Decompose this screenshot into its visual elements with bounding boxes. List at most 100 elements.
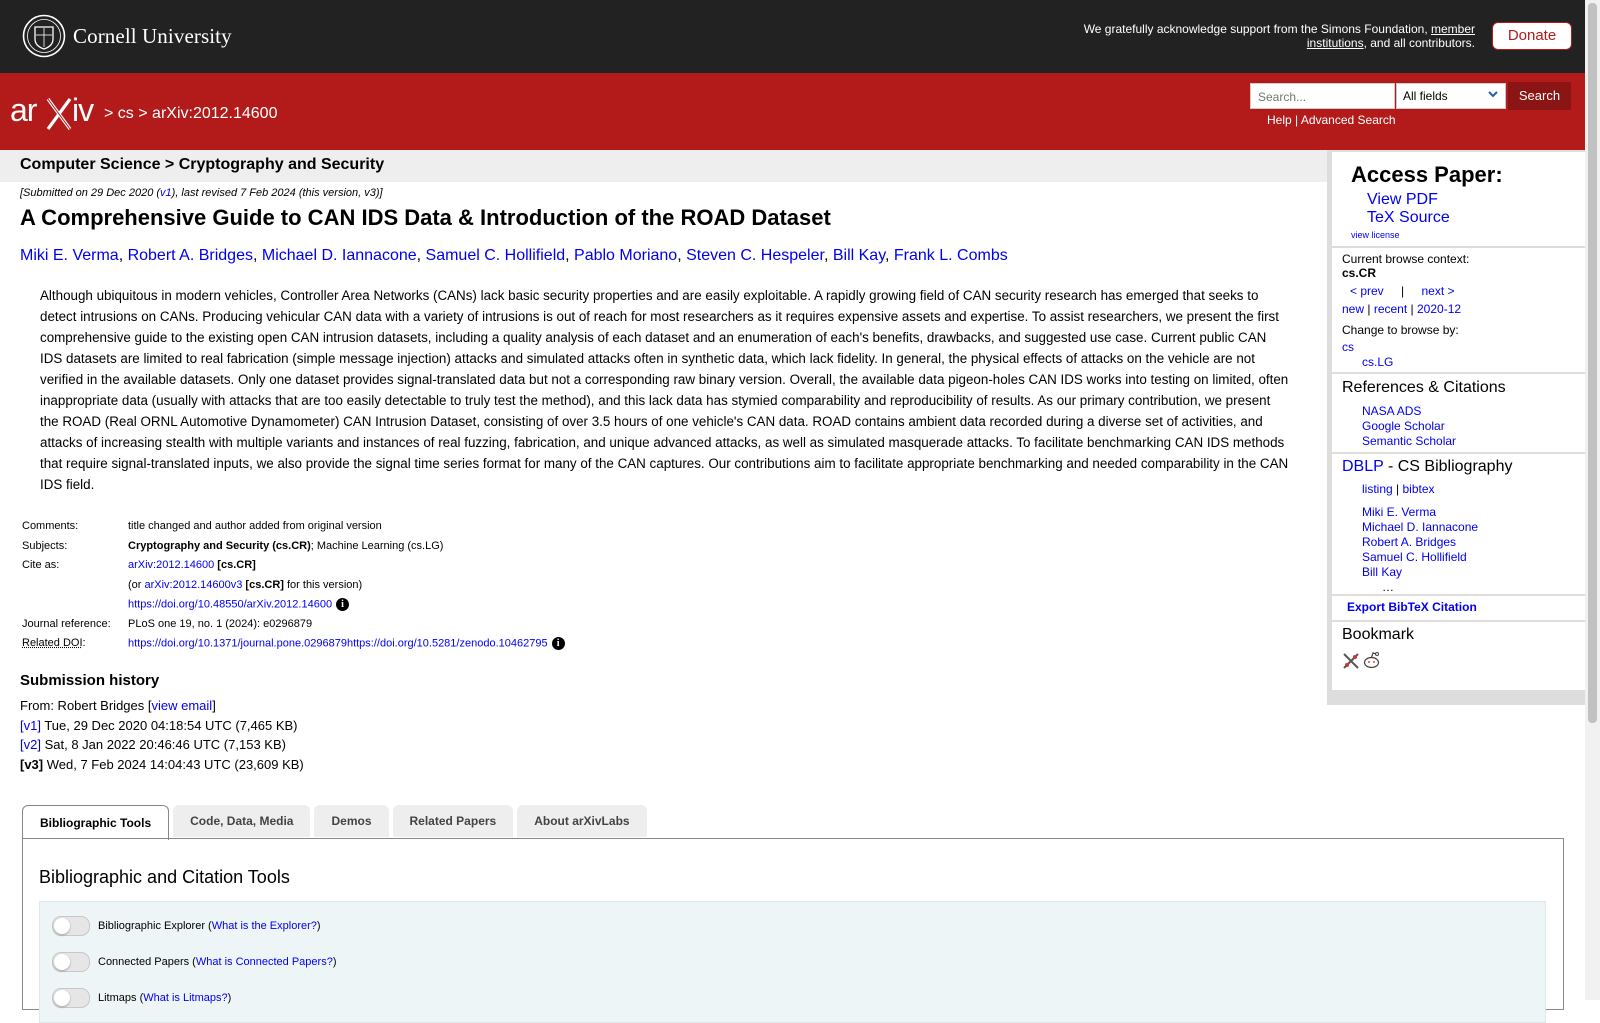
secondary-subject: ; Machine Learning (cs.LG)	[311, 540, 444, 552]
browse-context-box: Current browse context: cs.CR < prev | n…	[1332, 248, 1585, 372]
help-sep: |	[1295, 113, 1298, 127]
view-license-link[interactable]: view license	[1351, 230, 1400, 240]
author-link[interactable]: Steven C. Hespeler	[686, 247, 824, 264]
version-link[interactable]: [v2]	[20, 737, 41, 752]
info-icon[interactable]: i	[336, 598, 349, 611]
tab-about-arxivlabs[interactable]: About arXivLabs	[517, 805, 646, 837]
search-button[interactable]: Search	[1508, 82, 1571, 110]
view-pdf-link[interactable]: View PDF	[1367, 191, 1438, 209]
tab-related-papers[interactable]: Related Papers	[393, 805, 514, 837]
arxiv-logo-icon[interactable]: ar iv	[10, 93, 100, 131]
doi-row: https://doi.org/10.48550/arXiv.2012.1460…	[20, 598, 567, 618]
author-link[interactable]: Pablo Moriano	[574, 247, 677, 264]
semantic-scholar-link[interactable]: Semantic Scholar	[1362, 434, 1456, 448]
help-link[interactable]: Help	[1267, 113, 1292, 127]
dblp-box: DBLP - CS Bibliography listing | bibtex …	[1332, 454, 1585, 594]
history-from: From: Robert Bridges [view email]	[20, 696, 304, 716]
dblp-author-link[interactable]: Miki E. Verma	[1362, 505, 1436, 519]
connected-papers-toggle[interactable]	[52, 952, 90, 972]
dblp-bibtex-link[interactable]: bibtex	[1403, 482, 1435, 496]
tab-code-data-media[interactable]: Code, Data, Media	[173, 805, 310, 837]
related-doi-value: https://doi.org/10.1371/journal.pone.029…	[126, 637, 567, 657]
author-list: Miki E. Verma, Robert A. Bridges, Michae…	[20, 247, 1320, 265]
history-from-suffix: ]	[212, 698, 216, 713]
view-email-link[interactable]: view email	[152, 698, 213, 713]
nasa-ads-link[interactable]: NASA ADS	[1362, 404, 1421, 418]
dblp-link[interactable]: DBLP	[1342, 458, 1384, 475]
month-link[interactable]: 2020-12	[1417, 302, 1461, 316]
scrollbar-thumb[interactable]	[1588, 3, 1597, 723]
dblp-author-link[interactable]: Michael D. Iannacone	[1362, 520, 1478, 534]
subjects-value: Cryptography and Security (cs.CR); Machi…	[126, 540, 567, 560]
tab-demos[interactable]: Demos	[314, 805, 388, 837]
breadcrumb-paper-id: arXiv:2012.14600	[152, 105, 277, 122]
related-doi-label: Related DOI:	[20, 637, 126, 657]
dateline-v1-link[interactable]: v1	[160, 187, 172, 199]
export-bibtex-link[interactable]: Export BibTeX Citation	[1347, 600, 1477, 614]
export-box: Export BibTeX Citation	[1332, 596, 1585, 620]
what-is-link[interactable]: What is the Explorer?	[212, 920, 317, 932]
nav-sep: |	[1396, 482, 1399, 496]
browse-cs-link[interactable]: cs	[1342, 340, 1354, 354]
related-doi-link[interactable]: https://doi.org/10.1371/journal.pone.029…	[128, 637, 548, 649]
bibsonomy-icon[interactable]	[1342, 652, 1360, 670]
browse-lists: new | recent | 2020-12	[1342, 302, 1461, 316]
paper-title: A Comprehensive Guide to CAN IDS Data & …	[20, 205, 831, 231]
donate-button[interactable]: Donate	[1492, 22, 1572, 50]
breadcrumb-cs[interactable]: cs	[118, 105, 134, 122]
cornell-name: Cornell University	[73, 24, 232, 49]
prev-link[interactable]: < prev	[1350, 284, 1384, 298]
litmaps-toggle[interactable]	[52, 988, 90, 1008]
google-scholar-link[interactable]: Google Scholar	[1362, 419, 1445, 433]
dateline-prefix: [Submitted on 29 Dec 2020 (	[20, 187, 160, 199]
prev-next: < prev | next >	[1350, 284, 1455, 298]
search-field-select[interactable]: All fields	[1396, 83, 1506, 109]
advanced-search-link[interactable]: Advanced Search	[1301, 113, 1396, 127]
author-link[interactable]: Bill Kay	[833, 247, 885, 264]
related-doi-abbr: Related DOI	[22, 637, 83, 649]
journal-value: PLoS one 19, no. 1 (2024): e0296879	[126, 618, 567, 638]
help-links: Help | Advanced Search	[1267, 113, 1396, 127]
dblp-listing: listing | bibtex	[1362, 482, 1435, 496]
tex-source-link[interactable]: TeX Source	[1367, 209, 1450, 227]
references-title: References & Citations	[1342, 379, 1506, 397]
version-link[interactable]: [v1]	[20, 718, 41, 733]
tools-box: Bibliographic Explorer (What is the Expl…	[39, 901, 1546, 1023]
cite-version-link[interactable]: arXiv:2012.14600v3	[145, 579, 243, 591]
comments-value: title changed and author added from orig…	[126, 520, 567, 540]
dblp-suffix: - CS Bibliography	[1384, 458, 1513, 475]
dblp-listing-link[interactable]: listing	[1362, 482, 1393, 496]
what-is-link[interactable]: What is Connected Papers?	[196, 956, 333, 968]
info-icon[interactable]: i	[552, 637, 565, 650]
access-paper-title: Access Paper:	[1351, 162, 1503, 188]
version-info: Sat, 8 Jan 2022 20:46:46 UTC (7,153 KB)	[41, 737, 286, 752]
tab-bibliographic-tools[interactable]: Bibliographic Tools	[22, 805, 169, 840]
dblp-title: DBLP - CS Bibliography	[1342, 458, 1512, 476]
author-link[interactable]: Frank L. Combs	[894, 247, 1008, 264]
doi-link[interactable]: https://doi.org/10.48550/arXiv.2012.1460…	[128, 598, 332, 610]
new-link[interactable]: new	[1342, 302, 1364, 316]
references-box: References & Citations NASA ADS Google S…	[1332, 374, 1585, 452]
explorer-toggle[interactable]	[52, 916, 90, 936]
search-input[interactable]: Search...	[1250, 83, 1395, 109]
chevron-down-icon	[1487, 88, 1499, 100]
cornell-logo[interactable]: Cornell University	[22, 14, 232, 58]
author-link[interactable]: Samuel C. Hollifield	[426, 247, 566, 264]
dblp-more: …	[1382, 580, 1394, 594]
support-text: We gratefully acknowledge support from t…	[1055, 22, 1475, 50]
author-link[interactable]: Robert A. Bridges	[128, 247, 253, 264]
litmaps-row: Litmaps (What is Litmaps?)	[52, 988, 231, 1008]
top-bar: Cornell University We gratefully acknowl…	[0, 0, 1585, 73]
dblp-author-link[interactable]: Bill Kay	[1362, 565, 1402, 579]
browse-cslg-link[interactable]: cs.LG	[1362, 355, 1393, 369]
connected-papers-row: Connected Papers (What is Connected Pape…	[52, 952, 336, 972]
what-is-link[interactable]: What is Litmaps?	[143, 992, 227, 1004]
recent-link[interactable]: recent	[1374, 302, 1407, 316]
author-link[interactable]: Michael D. Iannacone	[262, 247, 417, 264]
author-link[interactable]: Miki E. Verma	[20, 247, 119, 264]
dblp-author-link[interactable]: Robert A. Bridges	[1362, 535, 1456, 549]
reddit-icon[interactable]	[1362, 651, 1381, 670]
cite-id-link[interactable]: arXiv:2012.14600	[128, 559, 214, 571]
dblp-author-link[interactable]: Samuel C. Hollifield	[1362, 550, 1467, 564]
next-link[interactable]: next >	[1422, 284, 1455, 298]
